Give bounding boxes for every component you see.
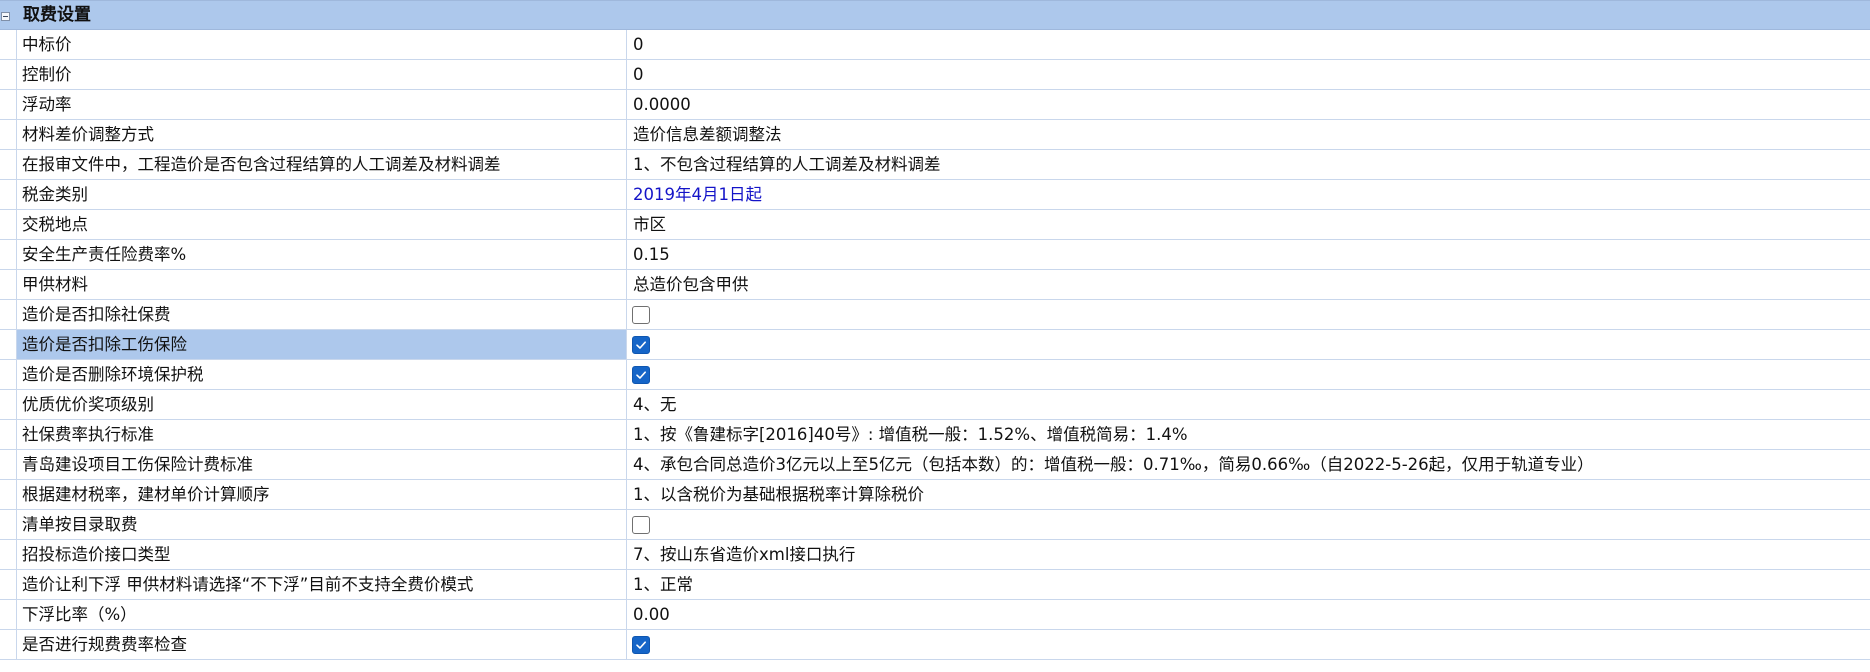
section-title: 取费设置 <box>23 5 91 25</box>
row-gutter <box>0 570 16 599</box>
property-name: 浮动率 <box>16 90 627 119</box>
property-name: 造价是否扣除工伤保险 <box>16 330 627 359</box>
property-row[interactable]: 优质优价奖项级别 4、无 <box>0 390 1870 420</box>
property-value[interactable]: 0 <box>627 60 1870 89</box>
row-gutter <box>0 420 16 449</box>
property-name: 是否进行规费费率检查 <box>16 630 627 659</box>
row-gutter <box>0 630 16 659</box>
property-value[interactable]: 0 <box>627 30 1870 59</box>
property-name: 优质优价奖项级别 <box>16 390 627 419</box>
property-row[interactable]: 下浮比率（%） 0.00 <box>0 600 1870 630</box>
property-name: 交税地点 <box>16 210 627 239</box>
property-value[interactable]: 总造价包含甲供 <box>627 270 1870 299</box>
row-gutter <box>0 600 16 629</box>
property-value[interactable]: 1、以含税价为基础根据税率计算除税价 <box>627 480 1870 509</box>
property-value[interactable]: 1、不包含过程结算的人工调差及材料调差 <box>627 150 1870 179</box>
checkbox-checked[interactable] <box>632 636 650 654</box>
property-row[interactable]: 根据建材税率，建材单价计算顺序 1、以含税价为基础根据税率计算除税价 <box>0 480 1870 510</box>
property-value[interactable]: 0.0000 <box>627 90 1870 119</box>
checkmark-icon <box>636 341 646 349</box>
property-row[interactable]: 在报审文件中，工程造价是否包含过程结算的人工调差及材料调差 1、不包含过程结算的人… <box>0 150 1870 180</box>
property-value[interactable]: 1、按《鲁建标字[2016]40号》: 增值税一般：1.52%、增值税简易：1.… <box>627 420 1870 449</box>
property-row[interactable]: 税金类别 2019年4月1日起 <box>0 180 1870 210</box>
property-name: 造价是否扣除社保费 <box>16 300 627 329</box>
checkbox-unchecked[interactable] <box>632 516 650 534</box>
row-gutter <box>0 540 16 569</box>
property-name: 中标价 <box>16 30 627 59</box>
checkbox-unchecked[interactable] <box>632 306 650 324</box>
property-row[interactable]: 造价让利下浮 甲供材料请选择“不下浮”目前不支持全费价模式 1、正常 <box>0 570 1870 600</box>
property-value[interactable]: 4、无 <box>627 390 1870 419</box>
row-gutter <box>0 390 16 419</box>
property-name: 税金类别 <box>16 180 627 209</box>
row-gutter <box>0 30 16 59</box>
property-name: 造价是否删除环境保护税 <box>16 360 627 389</box>
property-row[interactable]: 清单按目录取费 <box>0 510 1870 540</box>
property-row[interactable]: 材料差价调整方式 造价信息差额调整法 <box>0 120 1870 150</box>
minus-box-icon[interactable] <box>1 12 10 21</box>
row-gutter <box>0 450 16 479</box>
property-value[interactable]: 2019年4月1日起 <box>627 180 1870 209</box>
property-row[interactable]: 是否进行规费费率检查 <box>0 630 1870 660</box>
property-name: 材料差价调整方式 <box>16 120 627 149</box>
property-name: 造价让利下浮 甲供材料请选择“不下浮”目前不支持全费价模式 <box>16 570 627 599</box>
fee-settings-grid: 取费设置 中标价 0 控制价 0 浮动率 0.0000 材料差价调整方式 造价信息差额调整法在… <box>0 0 1870 660</box>
row-gutter <box>0 330 16 359</box>
property-row[interactable]: 控制价 0 <box>0 60 1870 90</box>
checkmark-icon <box>636 371 646 379</box>
property-row[interactable]: 社保费率执行标准 1、按《鲁建标字[2016]40号》: 增值税一般：1.52%、… <box>0 420 1870 450</box>
property-name: 根据建材税率，建材单价计算顺序 <box>16 480 627 509</box>
checkmark-icon <box>636 641 646 649</box>
row-gutter <box>0 60 16 89</box>
property-name: 社保费率执行标准 <box>16 420 627 449</box>
property-value[interactable]: 4、承包合同总造价3亿元以上至5亿元（包括本数）的：增值税一般：0.71‰，简易… <box>627 450 1870 479</box>
property-rows: 中标价 0 控制价 0 浮动率 0.0000 材料差价调整方式 造价信息差额调整法 在报审文件中… <box>0 30 1870 660</box>
property-row[interactable]: 青岛建设项目工伤保险计费标准 4、承包合同总造价3亿元以上至5亿元（包括本数）的：… <box>0 450 1870 480</box>
property-row[interactable]: 甲供材料 总造价包含甲供 <box>0 270 1870 300</box>
property-name: 清单按目录取费 <box>16 510 627 539</box>
row-gutter <box>0 480 16 509</box>
property-value[interactable]: 7、按山东省造价xml接口执行 <box>627 540 1870 569</box>
property-value[interactable]: 1、正常 <box>627 570 1870 599</box>
property-name: 安全生产责任险费率% <box>16 240 627 269</box>
property-row[interactable]: 造价是否扣除工伤保险 <box>0 330 1870 360</box>
row-gutter <box>0 240 16 269</box>
property-name: 下浮比率（%） <box>16 600 627 629</box>
property-row[interactable]: 中标价 0 <box>0 30 1870 60</box>
property-row[interactable]: 招投标造价接口类型 7、按山东省造价xml接口执行 <box>0 540 1870 570</box>
row-gutter <box>0 180 16 209</box>
property-value[interactable]: 0.00 <box>627 600 1870 629</box>
checkbox-checked[interactable] <box>632 336 650 354</box>
row-gutter <box>0 270 16 299</box>
section-header[interactable]: 取费设置 <box>0 0 1870 30</box>
property-row[interactable]: 浮动率 0.0000 <box>0 90 1870 120</box>
row-gutter <box>0 90 16 119</box>
row-gutter <box>0 510 16 539</box>
property-value[interactable]: 0.15 <box>627 240 1870 269</box>
property-name: 甲供材料 <box>16 270 627 299</box>
row-gutter <box>0 360 16 389</box>
property-row[interactable]: 交税地点 市区 <box>0 210 1870 240</box>
checkbox-checked[interactable] <box>632 366 650 384</box>
row-gutter <box>0 210 16 239</box>
property-name: 在报审文件中，工程造价是否包含过程结算的人工调差及材料调差 <box>16 150 627 179</box>
property-name: 青岛建设项目工伤保险计费标准 <box>16 450 627 479</box>
property-row[interactable]: 造价是否扣除社保费 <box>0 300 1870 330</box>
row-gutter <box>0 120 16 149</box>
property-row[interactable]: 安全生产责任险费率% 0.15 <box>0 240 1870 270</box>
property-row[interactable]: 造价是否删除环境保护税 <box>0 360 1870 390</box>
row-gutter <box>0 150 16 179</box>
row-gutter <box>0 300 16 329</box>
property-name: 招投标造价接口类型 <box>16 540 627 569</box>
property-value[interactable]: 造价信息差额调整法 <box>627 120 1870 149</box>
property-name: 控制价 <box>16 60 627 89</box>
property-value[interactable]: 市区 <box>627 210 1870 239</box>
